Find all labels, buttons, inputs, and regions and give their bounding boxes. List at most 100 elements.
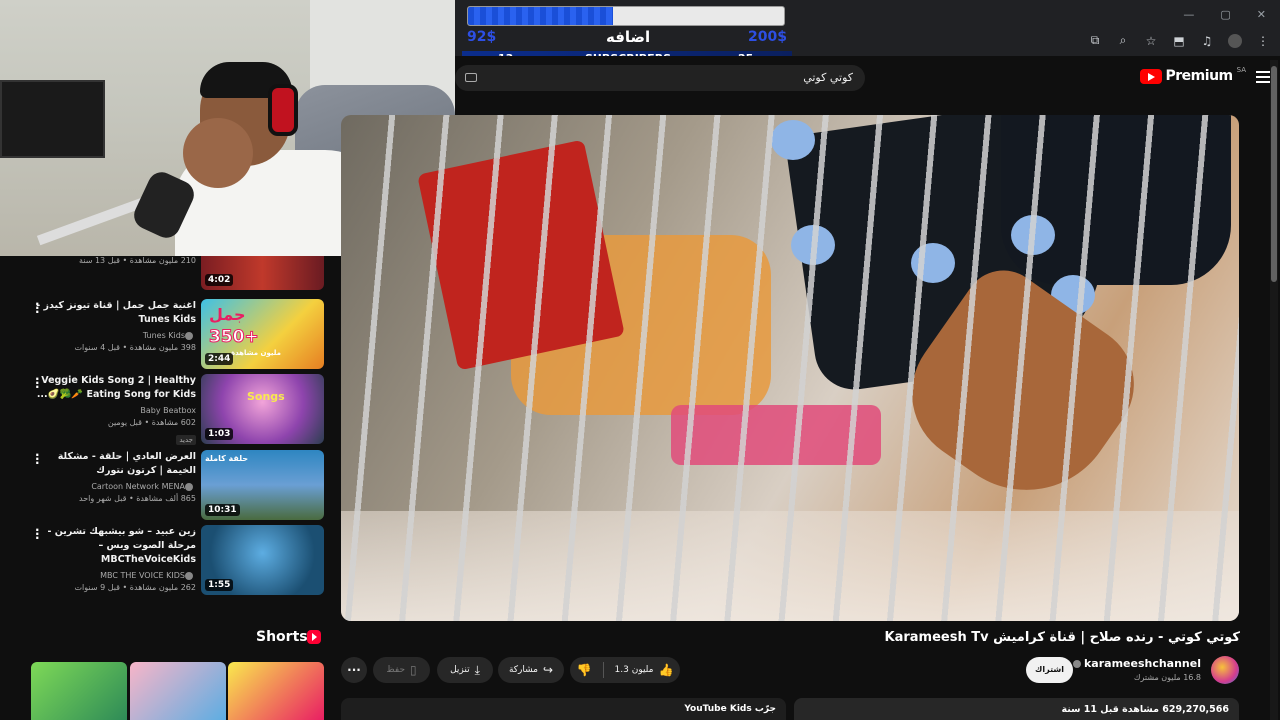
description-box[interactable]: 629,270,566 مشاهدة قبل 11 سنة — [794, 698, 1239, 720]
short-thumbnail[interactable] — [31, 662, 127, 720]
thumb-count: 350+ — [209, 327, 260, 348]
recommendation-info: العرض العادي | حلقة - مشكلة الخيمة | كرت… — [36, 450, 196, 503]
verified-icon — [185, 331, 193, 340]
region-code: SA — [1236, 66, 1246, 74]
youtube-play-icon — [1139, 68, 1162, 84]
close-icon[interactable]: ✕ — [1257, 8, 1266, 21]
recommendation-item[interactable]: 1:55 زين عبيد – شو بيشبهك تشرين - مرحلة … — [30, 524, 324, 595]
duration-badge: 1:03 — [205, 428, 234, 440]
verified-icon — [185, 482, 193, 491]
bookmark-star-icon[interactable]: ☆ — [1144, 34, 1158, 48]
subscribe-button[interactable]: اشتراك — [1026, 657, 1073, 683]
video-meta: 865 ألف مشاهدة • قبل شهر واحد — [79, 494, 196, 503]
recommendation-item[interactable]: 4:02 210 مليون مشاهدة • قبل 13 سنة — [30, 256, 324, 290]
video-title[interactable]: Veggie Kids Song 2 | Healthy Eating Song… — [36, 374, 196, 402]
video-meta: 262 مليون مشاهدة • قبل 9 سنوات — [74, 583, 196, 592]
promo-text: جرّب YouTube Kids — [684, 704, 776, 714]
goal-fill — [468, 7, 614, 25]
window-controls: — ▢ ✕ — [1183, 8, 1266, 21]
dislike-icon[interactable]: 👎 — [577, 663, 592, 677]
video-player[interactable] — [341, 115, 1239, 621]
recommendation-info: Veggie Kids Song 2 | Healthy Eating Song… — [36, 374, 196, 446]
media-icon[interactable]: ♫ — [1200, 34, 1214, 48]
subscriber-count: 16.8 مليون مشترك — [1133, 673, 1201, 682]
maximize-icon[interactable]: ▢ — [1220, 8, 1230, 21]
video-thumbnail[interactable]: حلقة كاملة 10:31 — [201, 450, 324, 520]
like-count[interactable]: 1.3 مليون — [615, 665, 654, 675]
video-thumbnail[interactable]: 4:02 — [201, 256, 324, 290]
webcam-person-hand — [183, 118, 253, 188]
duration-badge: 2:44 — [205, 353, 234, 365]
goal-title: اضافه — [606, 28, 651, 46]
channel-name[interactable]: Tunes Kids — [143, 331, 185, 340]
share-button[interactable]: مشاركة ↪ — [498, 657, 564, 683]
video-meta: 210 مليون مشاهدة • قبل 13 سنة — [79, 256, 196, 265]
recommendation-item[interactable]: حلقة كاملة 10:31 العرض العادي | حلقة - م… — [30, 449, 324, 520]
verified-icon — [1072, 660, 1081, 668]
duration-badge: 1:55 — [205, 579, 234, 591]
profile-avatar[interactable] — [1228, 33, 1242, 48]
shorts-heading: Shorts — [256, 629, 308, 645]
recommendation-item[interactable]: جمل 350+ مليون مشاهدة 2:44 اغنية جمل جمل… — [30, 298, 324, 369]
youtube-kids-promo[interactable]: جرّب YouTube Kids — [341, 698, 786, 720]
search-input[interactable]: كوتي كوتي — [455, 65, 865, 91]
channel-avatar[interactable] — [1211, 656, 1239, 684]
video-title[interactable]: العرض العادي | حلقة - مشكلة الخيمة | كرت… — [36, 450, 196, 478]
duration-badge: 10:31 — [205, 504, 240, 516]
thumb-text-full-episode: حلقة كاملة — [205, 454, 249, 463]
browser-actions: ⧉ ⌕ ☆ ⬒ ♫ ⋮ — [1088, 33, 1270, 48]
download-icon: ⤓ — [474, 662, 480, 677]
bookmark-icon: ▯ — [410, 663, 417, 677]
cast-icon[interactable]: ⧉ — [1088, 33, 1102, 48]
premium-label: Premium — [1165, 68, 1234, 84]
thumb-text-camel: جمل — [209, 305, 246, 324]
minimize-icon[interactable]: — — [1183, 8, 1194, 21]
goal-current-value: 92$ — [467, 29, 497, 45]
video-thumbnail[interactable]: جمل 350+ مليون مشاهدة 2:44 — [201, 299, 324, 369]
channel-name[interactable]: MBC THE VOICE KIDS — [100, 571, 185, 580]
recommendation-item[interactable]: Songs 1:03 Veggie Kids Song 2 | Healthy … — [30, 373, 324, 446]
shorts-icon — [307, 630, 321, 644]
download-label: تنزيل — [450, 665, 470, 675]
extensions-icon[interactable]: ⬒ — [1172, 34, 1186, 48]
webcam-monitor — [0, 80, 105, 158]
short-thumbnail[interactable] — [130, 662, 226, 720]
video-title[interactable]: زين عبيد – شو بيشبهك تشرين - مرحلة الصوت… — [36, 525, 196, 567]
video-thumbnail[interactable]: 1:55 — [201, 525, 324, 595]
video-title[interactable]: اغنية جمل جمل | قناة تيونز كيدز - Tunes … — [36, 299, 196, 327]
subscriber-goal-bar — [467, 6, 785, 26]
search-query: كوتي كوتي — [803, 71, 853, 84]
hamburger-menu-icon[interactable] — [1256, 71, 1270, 83]
video-thumbnail[interactable]: Songs 1:03 — [201, 374, 324, 444]
new-badge: جديد — [176, 435, 196, 445]
keyboard-icon[interactable] — [465, 73, 477, 82]
channel-name[interactable]: karameeshchannel — [1072, 657, 1201, 670]
more-options-icon[interactable]: · · · — [35, 298, 40, 318]
youtube-logo[interactable]: Premium SA — [1139, 66, 1246, 84]
browser-menu-icon[interactable]: ⋮ — [1256, 34, 1270, 48]
more-options-icon[interactable]: · · · — [35, 449, 40, 469]
more-options-icon[interactable]: · · · — [35, 524, 40, 544]
channel-name[interactable]: Cartoon Network MENA — [91, 482, 185, 491]
save-button[interactable]: حفظ ▯ — [373, 657, 430, 683]
duration-badge: 4:02 — [205, 274, 234, 286]
video-meta: 398 مليون مشاهدة • قبل 4 سنوات — [74, 343, 196, 352]
view-count-date: 629,270,566 مشاهدة قبل 11 سنة — [1061, 704, 1229, 715]
more-actions-button[interactable]: ··· — [341, 657, 367, 683]
like-icon[interactable]: 👍 — [658, 663, 673, 677]
channel-name[interactable]: Baby Beatbox — [36, 406, 196, 415]
thumb-count-sub: مليون مشاهدة — [231, 349, 281, 357]
like-dislike-group: 👎 1.3 مليون 👍 — [570, 657, 680, 683]
short-thumbnail[interactable] — [228, 662, 324, 720]
channel-row: MBC THE VOICE KIDS — [36, 571, 196, 580]
zoom-icon[interactable]: ⌕ — [1116, 33, 1130, 48]
divider — [602, 662, 604, 678]
scrollbar-thumb[interactable] — [1271, 66, 1277, 282]
download-button[interactable]: تنزيل ⤓ — [437, 657, 493, 683]
thumb-text-songs: Songs — [247, 390, 285, 403]
verified-icon — [185, 571, 193, 580]
recommendation-info: اغنية جمل جمل | قناة تيونز كيدز - Tunes … — [36, 299, 196, 352]
more-options-icon[interactable]: · · · — [35, 373, 40, 393]
channel-row: Cartoon Network MENA — [36, 482, 196, 491]
video-title: كوتي كوتي - رنده صلاح | قناة كراميش Kara… — [884, 630, 1240, 645]
